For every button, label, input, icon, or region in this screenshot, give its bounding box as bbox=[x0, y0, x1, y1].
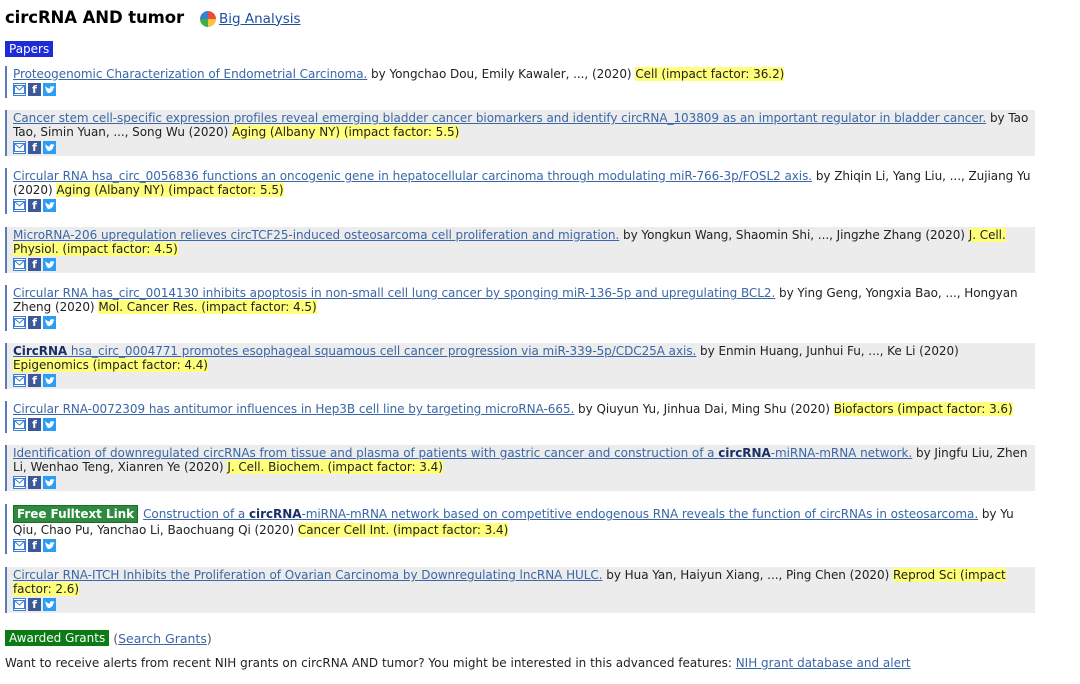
facebook-icon[interactable]: f bbox=[28, 316, 41, 329]
mail-icon[interactable] bbox=[13, 83, 26, 96]
header: circRNA AND tumor Big Analysis bbox=[5, 8, 301, 27]
big-analysis-link[interactable]: Big Analysis bbox=[219, 11, 301, 27]
big-analysis[interactable]: Big Analysis bbox=[200, 10, 301, 27]
paper-title-part: Identification of downregulated circRNAs… bbox=[13, 446, 719, 460]
facebook-icon[interactable]: f bbox=[28, 418, 41, 431]
paper-journal: Cancer Cell Int. (impact factor: 3.4) bbox=[297, 523, 509, 537]
awarded-grants-tag: Awarded Grants bbox=[5, 630, 110, 646]
paper-title-link[interactable]: Cancer stem cell-specific expression pro… bbox=[13, 111, 986, 125]
share-icons: f bbox=[13, 476, 1035, 489]
twitter-icon[interactable] bbox=[43, 598, 56, 611]
facebook-icon[interactable]: f bbox=[28, 476, 41, 489]
paren-close: ) bbox=[206, 630, 212, 646]
mail-icon[interactable] bbox=[13, 539, 26, 552]
paper-title-keyword: circRNA bbox=[248, 507, 302, 521]
facebook-icon[interactable]: f bbox=[28, 199, 41, 212]
share-icons: f bbox=[13, 418, 1035, 431]
twitter-icon[interactable] bbox=[43, 418, 56, 431]
paper-title-part: -miRNA-mRNA network. bbox=[770, 446, 913, 460]
paper-authors: by Enmin Huang, Junhui Fu, ..., Ke Li (2… bbox=[696, 344, 959, 358]
paper-title-keyword: CircRNA bbox=[13, 344, 68, 358]
facebook-icon[interactable]: f bbox=[28, 598, 41, 611]
share-icons: f bbox=[13, 539, 1035, 552]
mail-icon[interactable] bbox=[13, 316, 26, 329]
paper-journal: J. Cell. Biochem. (impact factor: 3.4) bbox=[227, 460, 443, 474]
pie-chart-icon bbox=[200, 10, 217, 27]
paper-entry: Identification of downregulated circRNAs… bbox=[5, 445, 1035, 491]
paper-entry: Circular RNA-ITCH Inhibits the Prolifera… bbox=[5, 567, 1035, 613]
search-grants: (Search Grants) bbox=[113, 631, 212, 646]
mail-icon[interactable] bbox=[13, 476, 26, 489]
twitter-icon[interactable] bbox=[43, 476, 56, 489]
facebook-icon[interactable]: f bbox=[28, 539, 41, 552]
mail-icon[interactable] bbox=[13, 199, 26, 212]
paper-entry: Cancer stem cell-specific expression pro… bbox=[5, 110, 1035, 156]
share-icons: f bbox=[13, 316, 1035, 329]
twitter-icon[interactable] bbox=[43, 141, 56, 154]
paper-title-link[interactable]: MicroRNA-206 upregulation relieves circT… bbox=[13, 228, 619, 242]
paper-entry: CircRNA hsa_circ_0004771 promotes esopha… bbox=[5, 343, 1035, 389]
paper-entry: Proteogenomic Characterization of Endome… bbox=[5, 66, 1035, 98]
alert-text: Want to receive alerts from recent NIH g… bbox=[5, 656, 736, 670]
twitter-icon[interactable] bbox=[43, 316, 56, 329]
twitter-icon[interactable] bbox=[43, 258, 56, 271]
paper-journal: Mol. Cancer Res. (impact factor: 4.5) bbox=[98, 300, 317, 314]
paper-authors: by Yongkun Wang, Shaomin Shi, ..., Jingz… bbox=[619, 228, 969, 242]
twitter-icon[interactable] bbox=[43, 539, 56, 552]
paper-authors: by Qiuyun Yu, Jinhua Dai, Ming Shu (2020… bbox=[574, 402, 834, 416]
paper-title-keyword: circRNA bbox=[718, 446, 771, 460]
grants-row: Awarded Grants (Search Grants) bbox=[5, 630, 212, 646]
search-grants-link[interactable]: Search Grants bbox=[118, 631, 207, 646]
facebook-icon[interactable]: f bbox=[28, 258, 41, 271]
facebook-icon[interactable]: f bbox=[28, 83, 41, 96]
paper-entry: MicroRNA-206 upregulation relieves circT… bbox=[5, 227, 1035, 273]
paper-title-part: -miRNA-mRNA network based on competitive… bbox=[301, 507, 979, 521]
paper-journal: Aging (Albany NY) (impact factor: 5.5) bbox=[232, 125, 460, 139]
share-icons: f bbox=[13, 141, 1035, 154]
paper-authors: by Yongchao Dou, Emily Kawaler, ..., (20… bbox=[367, 67, 636, 81]
nih-grant-link[interactable]: NIH grant database and alert bbox=[736, 656, 911, 670]
facebook-icon[interactable]: f bbox=[28, 374, 41, 387]
mail-icon[interactable] bbox=[13, 141, 26, 154]
share-icons: f bbox=[13, 199, 1035, 212]
paper-title-link[interactable]: CircRNA hsa_circ_0004771 promotes esopha… bbox=[13, 344, 696, 358]
mail-icon[interactable] bbox=[13, 418, 26, 431]
papers-tag: Papers bbox=[5, 41, 54, 57]
paper-title-link[interactable]: Circular RNA hsa_circ_0056836 functions … bbox=[13, 169, 812, 183]
paper-entry: Free Fulltext Link Construction of a circ… bbox=[5, 504, 1035, 554]
mail-icon[interactable] bbox=[13, 258, 26, 271]
paper-title-link[interactable]: Circular RNA has_circ_0014130 inhibits a… bbox=[13, 286, 775, 300]
paper-title-link[interactable]: Proteogenomic Characterization of Endome… bbox=[13, 67, 367, 81]
twitter-icon[interactable] bbox=[43, 374, 56, 387]
paper-entry: Circular RNA has_circ_0014130 inhibits a… bbox=[5, 285, 1035, 331]
paper-journal: Epigenomics (impact factor: 4.4) bbox=[13, 358, 208, 372]
mail-icon[interactable] bbox=[13, 374, 26, 387]
alert-message: Want to receive alerts from recent NIH g… bbox=[5, 656, 911, 670]
paper-journal: Aging (Albany NY) (impact factor: 5.5) bbox=[56, 183, 284, 197]
paper-title-link[interactable]: Circular RNA-0072309 has antitumor influ… bbox=[13, 402, 574, 416]
mail-icon[interactable] bbox=[13, 598, 26, 611]
share-icons: f bbox=[13, 598, 1035, 611]
paper-entry: Circular RNA hsa_circ_0056836 functions … bbox=[5, 168, 1035, 214]
paper-title-rest: hsa_circ_0004771 promotes esophageal squ… bbox=[67, 344, 697, 358]
twitter-icon[interactable] bbox=[43, 199, 56, 212]
page-title: circRNA AND tumor bbox=[5, 8, 185, 27]
share-icons: f bbox=[13, 258, 1035, 271]
share-icons: f bbox=[13, 374, 1035, 387]
share-icons: f bbox=[13, 83, 1035, 96]
paper-journal: Biofactors (impact factor: 3.6) bbox=[833, 402, 1013, 416]
twitter-icon[interactable] bbox=[43, 83, 56, 96]
paper-title-link[interactable]: Identification of downregulated circRNAs… bbox=[13, 446, 912, 460]
facebook-icon[interactable]: f bbox=[28, 141, 41, 154]
paper-journal: Cell (impact factor: 36.2) bbox=[635, 67, 785, 81]
paper-title-link[interactable]: Construction of a circRNA-miRNA-mRNA net… bbox=[143, 507, 978, 521]
paper-title-link[interactable]: Circular RNA-ITCH Inhibits the Prolifera… bbox=[13, 568, 603, 582]
paper-authors: by Hua Yan, Haiyun Xiang, ..., Ping Chen… bbox=[602, 568, 893, 582]
paper-entry: Circular RNA-0072309 has antitumor influ… bbox=[5, 401, 1035, 433]
free-fulltext-button[interactable]: Free Fulltext Link bbox=[13, 505, 139, 523]
paper-title-part: Construction of a bbox=[143, 507, 249, 521]
